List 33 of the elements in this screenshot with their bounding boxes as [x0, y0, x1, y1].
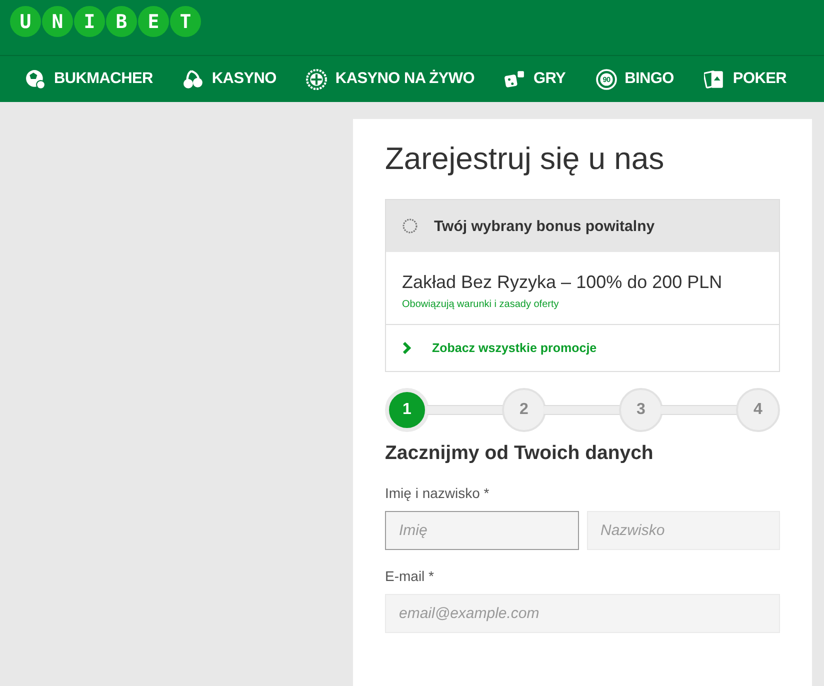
logo-letter: T	[170, 6, 201, 37]
nav-link[interactable]: KASYNO NA ŻYWO	[306, 68, 474, 90]
logo-letter: E	[138, 6, 169, 37]
chevron-icon	[402, 342, 412, 354]
nav-link[interactable]: BUKMACHER	[25, 68, 153, 90]
ball-icon	[25, 68, 46, 90]
roulette-icon	[306, 68, 328, 90]
spinner-icon	[402, 218, 418, 234]
logo-letter: U	[10, 6, 41, 37]
cards-icon	[704, 68, 725, 90]
logo-letter: N	[42, 6, 73, 37]
field-label: E-mail *	[385, 568, 436, 584]
bingo-ball-icon: 90	[596, 68, 617, 90]
step-indicator: 1	[385, 388, 429, 432]
bonus-offer: Zakład Bez Ryzyka – 100% do 200 PLN	[402, 272, 724, 293]
step-indicator: 4	[736, 388, 780, 432]
input-field[interactable]: Imię	[385, 511, 578, 550]
nav-link[interactable]: 90 BINGO	[596, 68, 674, 90]
terms-link[interactable]: Obowiązują warunki i zasady oferty	[402, 299, 763, 310]
dice-icon	[504, 68, 526, 90]
cherry-icon	[182, 68, 204, 90]
bonus-heading: Twój wybrany bonus powitalny	[434, 218, 655, 234]
step-indicator: 3	[619, 388, 663, 432]
field-label: Imię i nazwisko *	[385, 485, 490, 501]
nav-link[interactable]: KASYNO	[182, 68, 276, 90]
logo-letter: I	[74, 6, 105, 37]
promotions-link[interactable]: Zobacz wszystkie promocje	[386, 325, 779, 371]
step-indicator: 2	[502, 388, 546, 432]
nav-link[interactable]: GRY	[504, 68, 566, 90]
section-title: Zacznijmy od Twoich danych	[385, 442, 654, 465]
logo-letter: B	[106, 6, 137, 37]
page-title: Zarejestruj się u nas	[385, 141, 666, 177]
nav-link[interactable]: POKER	[704, 68, 787, 90]
